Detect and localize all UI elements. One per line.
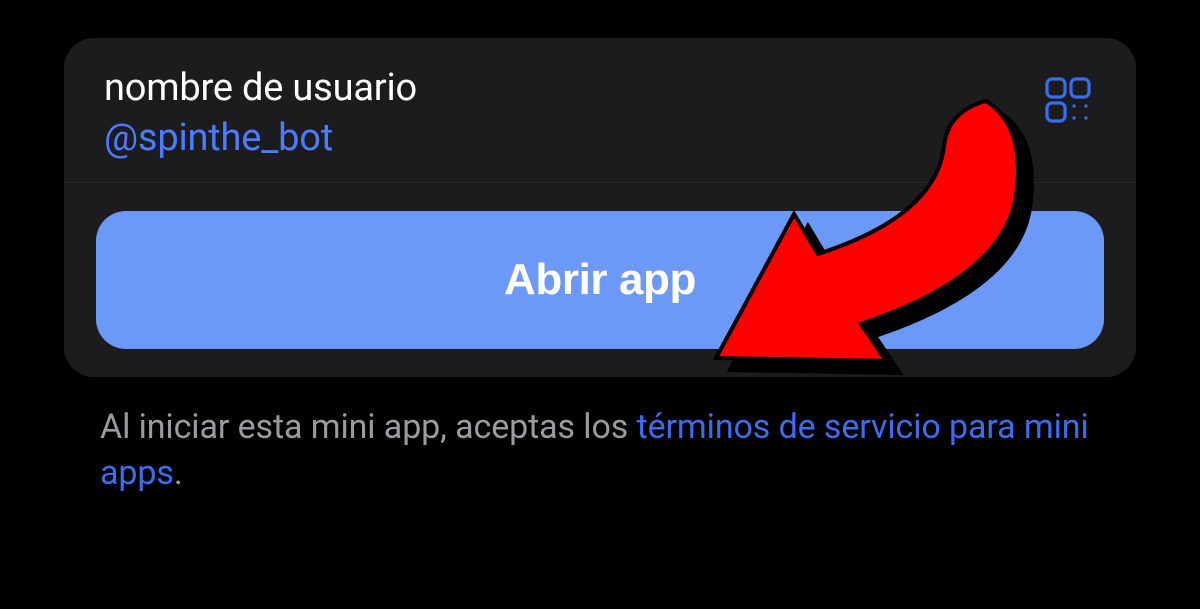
username-value[interactable]: @spinthe_bot [104,116,417,160]
terms-footer: Al iniciar esta mini app, aceptas los té… [100,405,1100,497]
username-label: nombre de usuario [104,66,417,110]
qr-code-icon[interactable] [1040,72,1096,128]
profile-card: nombre de usuario @spinthe_bot Abrir app [64,38,1136,377]
username-block: nombre de usuario @spinthe_bot [104,66,417,160]
card-header: nombre de usuario @spinthe_bot [64,38,1136,183]
open-app-button[interactable]: Abrir app [96,211,1104,349]
terms-prefix: Al iniciar esta mini app, aceptas los [100,407,637,447]
card-body: Abrir app [64,183,1136,349]
terms-suffix: . [174,453,183,493]
